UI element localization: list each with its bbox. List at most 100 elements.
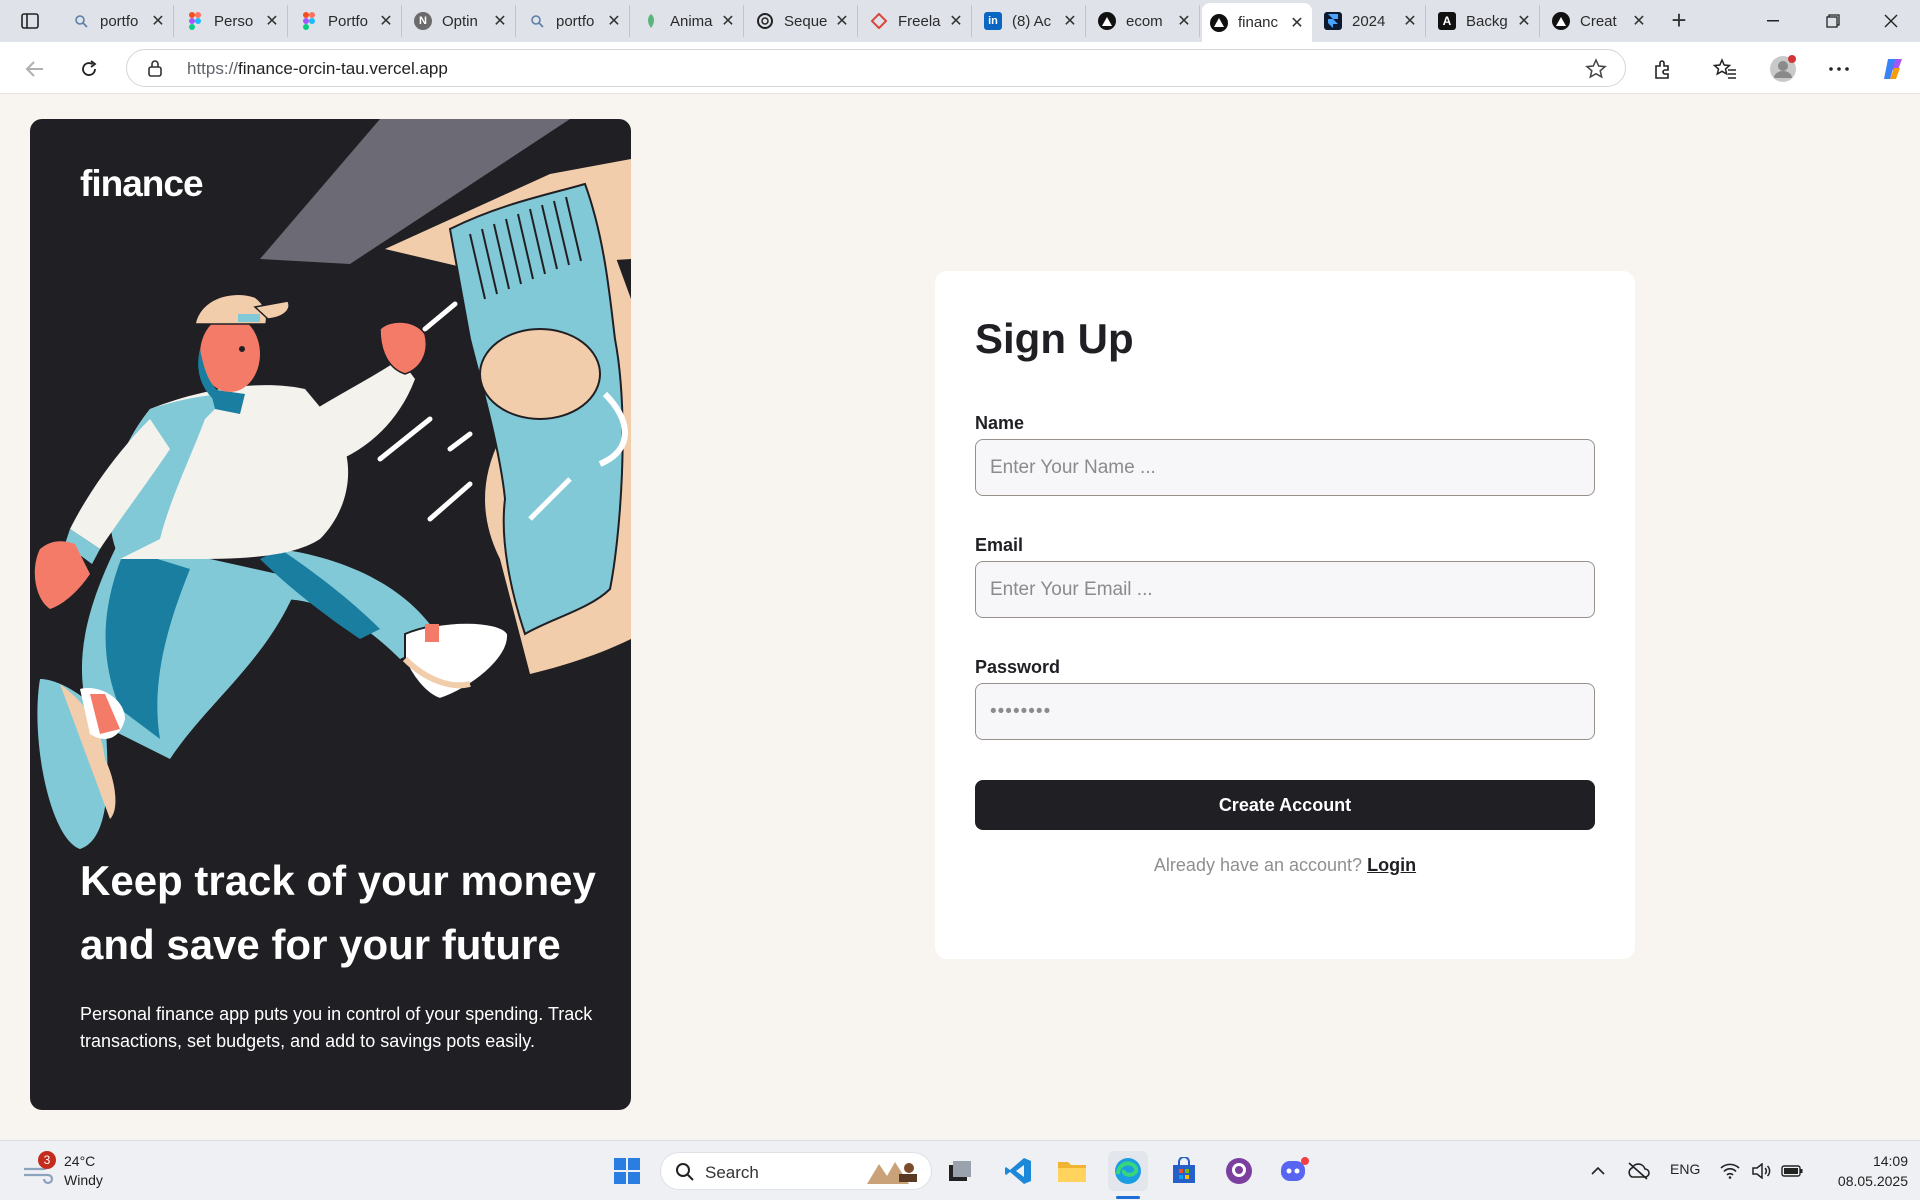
url-text[interactable]: https://finance-orcin-tau.vercel.app bbox=[187, 59, 448, 79]
profile-avatar-icon[interactable] bbox=[1768, 54, 1798, 84]
close-tab-icon[interactable]: ✕ bbox=[1632, 11, 1646, 31]
tab-title: ecom bbox=[1126, 12, 1163, 30]
active-app-indicator bbox=[1116, 1196, 1140, 1199]
close-tab-icon[interactable]: ✕ bbox=[949, 11, 963, 31]
tab-actions-icon[interactable] bbox=[14, 8, 46, 34]
vscode-icon[interactable] bbox=[998, 1151, 1038, 1191]
close-tab-icon[interactable]: ✕ bbox=[1403, 11, 1417, 31]
github-desktop-icon[interactable] bbox=[1219, 1151, 1259, 1191]
browser-tab[interactable]: Seque ✕ bbox=[748, 5, 858, 37]
url-host: finance-orcin-tau.vercel.app bbox=[238, 59, 448, 78]
file-explorer-icon[interactable] bbox=[1052, 1151, 1092, 1191]
chevron-up-icon[interactable] bbox=[1578, 1151, 1618, 1191]
anima-icon bbox=[642, 12, 660, 30]
tab-title: financ bbox=[1238, 14, 1279, 31]
tab-title: portfo bbox=[556, 12, 595, 30]
browser-tab[interactable]: Creat ✕ bbox=[1544, 5, 1654, 37]
weather-temperature: 24°C bbox=[64, 1153, 96, 1169]
figma-icon bbox=[300, 12, 318, 30]
close-tab-icon[interactable]: ✕ bbox=[151, 11, 165, 31]
discord-icon[interactable] bbox=[1274, 1151, 1314, 1191]
vercel-icon bbox=[1098, 12, 1116, 30]
extensions-icon[interactable] bbox=[1648, 54, 1678, 84]
browser-tab[interactable]: Freela ✕ bbox=[862, 5, 972, 37]
tab-title: 2024 bbox=[1352, 12, 1386, 30]
email-input[interactable] bbox=[975, 561, 1595, 618]
close-tab-icon[interactable]: ✕ bbox=[607, 11, 621, 31]
login-link[interactable]: Login bbox=[1367, 855, 1416, 875]
browser-tab[interactable]: 2024 ✕ bbox=[1316, 5, 1426, 37]
system-clock[interactable]: 14:09 08.05.2025 bbox=[1810, 1151, 1908, 1191]
onedrive-offline-icon[interactable] bbox=[1618, 1151, 1658, 1191]
close-tab-icon[interactable]: ✕ bbox=[379, 11, 393, 31]
url-scheme: https:// bbox=[187, 59, 239, 78]
taskbar-search[interactable]: Search bbox=[660, 1152, 932, 1190]
create-account-button[interactable]: Create Account bbox=[975, 780, 1595, 830]
copilot-icon[interactable] bbox=[1878, 54, 1908, 84]
task-view-icon[interactable] bbox=[940, 1151, 980, 1191]
browser-tab[interactable]: portfo ✕ bbox=[64, 5, 174, 37]
close-tab-icon[interactable]: ✕ bbox=[1177, 11, 1191, 31]
finance-logo: finance bbox=[80, 163, 204, 204]
tab-title: Perso bbox=[214, 12, 254, 30]
browser-tab[interactable]: Perso ✕ bbox=[178, 5, 288, 37]
browser-tab[interactable]: A Backg ✕ bbox=[1430, 5, 1540, 37]
close-tab-icon[interactable]: ✕ bbox=[1290, 13, 1304, 33]
browser-tab-active[interactable]: financ ✕ bbox=[1202, 3, 1312, 42]
hero-panel: finance Keep track of your money and sav… bbox=[30, 119, 631, 1110]
more-options-icon[interactable] bbox=[1824, 54, 1854, 84]
windows-start-icon[interactable] bbox=[607, 1151, 647, 1191]
new-tab-button[interactable]: + bbox=[1664, 6, 1694, 36]
browser-tab[interactable]: portfo ✕ bbox=[520, 5, 630, 37]
figma-icon bbox=[186, 12, 204, 30]
clock-date: 08.05.2025 bbox=[1837, 1173, 1908, 1189]
reload-button[interactable] bbox=[74, 54, 104, 84]
favorite-star-icon[interactable] bbox=[1585, 58, 1607, 85]
openai-icon bbox=[756, 12, 774, 30]
wifi-icon[interactable] bbox=[1712, 1151, 1748, 1191]
tab-title: Portfo bbox=[328, 12, 369, 30]
address-bar[interactable]: https://finance-orcin-tau.vercel.app bbox=[126, 49, 1626, 87]
browser-tab[interactable]: Anima ✕ bbox=[634, 5, 744, 37]
close-tab-icon[interactable]: ✕ bbox=[1517, 11, 1531, 31]
back-button[interactable] bbox=[20, 54, 50, 84]
notion-icon: N bbox=[414, 12, 432, 30]
hero-headline: Keep track of your money and save for yo… bbox=[80, 857, 596, 968]
framer-icon bbox=[1324, 12, 1342, 30]
name-label: Name bbox=[975, 413, 1025, 433]
tab-title: Creat bbox=[1580, 12, 1617, 30]
minimize-button[interactable] bbox=[1744, 0, 1802, 42]
browser-tab[interactable]: ecom ✕ bbox=[1090, 5, 1200, 37]
login-prompt-text: Already have an account? bbox=[1153, 855, 1363, 875]
email-label: Email bbox=[975, 535, 1024, 555]
close-tab-icon[interactable]: ✕ bbox=[835, 11, 849, 31]
close-tab-icon[interactable]: ✕ bbox=[1063, 11, 1077, 31]
browser-toolbar: https://finance-orcin-tau.vercel.app bbox=[0, 42, 1920, 94]
search-icon bbox=[72, 12, 90, 30]
browser-tab[interactable]: N Optin ✕ bbox=[406, 5, 516, 37]
name-input[interactable] bbox=[975, 439, 1595, 496]
microsoft-store-icon[interactable] bbox=[1164, 1151, 1204, 1191]
login-prompt: Already have an account? Login bbox=[975, 855, 1595, 876]
vercel-icon bbox=[1552, 12, 1570, 30]
tab-title: Anima bbox=[670, 12, 713, 30]
edge-browser-icon[interactable] bbox=[1108, 1151, 1148, 1199]
close-tab-icon[interactable]: ✕ bbox=[493, 11, 507, 31]
restore-button[interactable] bbox=[1804, 0, 1862, 42]
language-indicator[interactable]: ENG bbox=[1670, 1161, 1700, 1177]
password-input[interactable] bbox=[975, 683, 1595, 740]
battery-icon[interactable] bbox=[1774, 1151, 1810, 1191]
close-tab-icon[interactable]: ✕ bbox=[265, 11, 279, 31]
hero-description: Personal finance app puts you in control… bbox=[80, 1004, 593, 1051]
favorites-icon[interactable] bbox=[1710, 54, 1740, 84]
close-tab-icon[interactable]: ✕ bbox=[721, 11, 735, 31]
weather-condition: Windy bbox=[64, 1172, 103, 1188]
tab-title: Seque bbox=[784, 12, 828, 30]
browser-tab[interactable]: Portfo ✕ bbox=[292, 5, 402, 37]
search-label: Search bbox=[705, 1163, 759, 1182]
close-window-button[interactable] bbox=[1862, 0, 1920, 42]
page-content: finance Keep track of your money and sav… bbox=[5, 94, 1917, 1136]
browser-tab[interactable]: in (8) Ac ✕ bbox=[976, 5, 1086, 37]
weather-widget[interactable]: 3 24°C Windy bbox=[22, 1151, 132, 1191]
lock-icon[interactable] bbox=[147, 59, 163, 82]
